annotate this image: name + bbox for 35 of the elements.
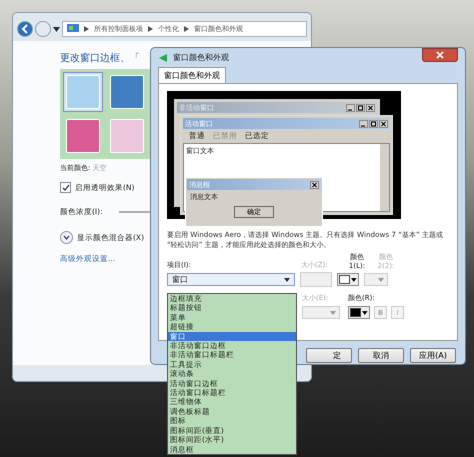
caption-buttons-icon [346, 104, 375, 112]
item-combobox[interactable]: 窗口 [167, 273, 295, 286]
size-dropdown[interactable] [302, 306, 340, 319]
chevron-icon [148, 26, 153, 32]
scrollbar[interactable] [380, 144, 389, 211]
expand-icon[interactable] [60, 231, 73, 244]
caret-icon [330, 310, 336, 314]
caret-icon[interactable] [53, 26, 60, 32]
dialog-button[interactable]: 定 [306, 348, 352, 363]
app-icon [158, 52, 168, 62]
chevron-icon [184, 26, 189, 32]
dialog-button[interactable]: 取消 [358, 348, 404, 363]
checkbox[interactable] [60, 182, 71, 193]
caret-icon [378, 278, 384, 282]
dialog-title: 窗口颜色和外观 [173, 52, 229, 63]
caret-icon [351, 278, 357, 282]
caret-icon [362, 310, 368, 314]
chevron-icon [84, 26, 89, 32]
color-swatch[interactable] [63, 116, 103, 156]
page-heading: 更改窗口边框、「 [60, 52, 140, 65]
color-swatch[interactable] [107, 116, 147, 156]
close-icon [436, 51, 444, 59]
tab[interactable]: 窗口颜色和外观 [158, 67, 226, 83]
color-swatch[interactable] [107, 72, 147, 112]
control-panel-icon [67, 24, 79, 34]
color-swatch[interactable] [63, 72, 103, 112]
color-picker-button[interactable] [348, 306, 370, 319]
caret-icon [284, 278, 290, 282]
color-dropdown[interactable] [364, 273, 388, 286]
close-button[interactable] [422, 48, 458, 62]
back-button[interactable] [17, 21, 33, 37]
color-picker-button[interactable] [337, 273, 359, 286]
close-icon [310, 180, 319, 188]
caption-buttons-icon [359, 120, 388, 128]
dialog-button[interactable]: 应用(A) [410, 348, 456, 363]
